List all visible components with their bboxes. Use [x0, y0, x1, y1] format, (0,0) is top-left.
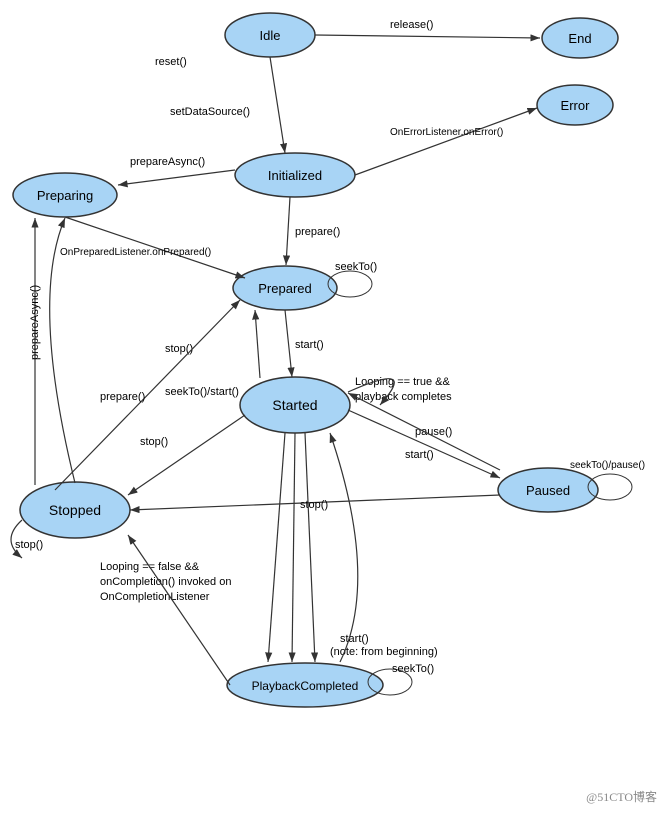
stop-self-label: stop() — [15, 539, 43, 551]
seektosstart-label: seekTo()/start() — [165, 386, 239, 398]
release-label: release() — [390, 19, 433, 31]
prepared-label: Prepared — [258, 281, 311, 296]
reset-label: reset() — [155, 56, 187, 68]
preparing-label: Preparing — [37, 188, 93, 203]
started-to-playback2-arrow — [292, 433, 295, 662]
prepareasync-left-label: prepareAsync() — [29, 285, 41, 360]
onpreparedlistener-label: OnPreparedListener.onPrepared() — [60, 247, 211, 258]
started-to-paused-arrow — [348, 410, 500, 478]
idle-to-initialized-arrow — [270, 57, 285, 153]
playback-to-started-arrow — [330, 433, 358, 662]
watermark: @51CTO博客 — [586, 788, 657, 805]
start-from-prepared-label: start() — [295, 339, 324, 351]
setdatasource-label: setDataSource() — [170, 106, 250, 118]
prepare-label: prepare() — [295, 226, 340, 238]
looping-true-label: Looping == true && — [355, 376, 450, 388]
idle-label: Idle — [260, 28, 281, 43]
started-to-prepared-stop-arrow — [255, 310, 260, 378]
stop-from-started2-label: stop() — [140, 436, 168, 448]
prepared-to-started-arrow — [285, 310, 292, 377]
to-error-arrow — [355, 108, 537, 175]
playback-completes-label: playback completes — [355, 391, 452, 403]
paused-label: Paused — [526, 483, 570, 498]
start-note-label: start() — [340, 633, 369, 645]
initialized-label: Initialized — [268, 168, 322, 183]
prepare-from-stopped-label: prepare() — [100, 391, 145, 403]
stopped-label: Stopped — [49, 502, 101, 518]
seekto-prepared-label: seekTo() — [335, 261, 377, 273]
started-to-playback1-arrow — [268, 433, 285, 662]
start-from-paused-label: start() — [405, 449, 434, 461]
playbackcompleted-label: PlaybackCompleted — [252, 679, 359, 693]
started-to-stopped-arrow — [128, 415, 245, 495]
error-label: Error — [561, 98, 591, 113]
started-label: Started — [272, 397, 317, 413]
diagram-container: Idle End Error Initialized Preparing Pre… — [0, 0, 665, 813]
seektopause-label: seekTo()/pause() — [570, 460, 645, 471]
started-to-playback3-arrow — [305, 433, 315, 662]
state-diagram: Idle End Error Initialized Preparing Pre… — [0, 0, 665, 813]
seekto-completed-label: seekTo() — [392, 663, 434, 675]
oncompletionlistener-label: OnCompletionListener — [100, 591, 210, 603]
initialized-to-preparing-arrow — [118, 170, 235, 185]
playback-to-stopped-arrow — [128, 535, 230, 685]
prepareasync-top-label: prepareAsync() — [130, 156, 205, 168]
stop-from-paused-label: stop() — [300, 499, 328, 511]
onerrorlistener-label: OnErrorListener.onError() — [390, 127, 503, 138]
end-label: End — [568, 31, 591, 46]
initialized-to-prepared-arrow — [286, 197, 290, 265]
idle-to-end-arrow — [315, 35, 540, 38]
oncompletion-label: onCompletion() invoked on — [100, 576, 231, 588]
